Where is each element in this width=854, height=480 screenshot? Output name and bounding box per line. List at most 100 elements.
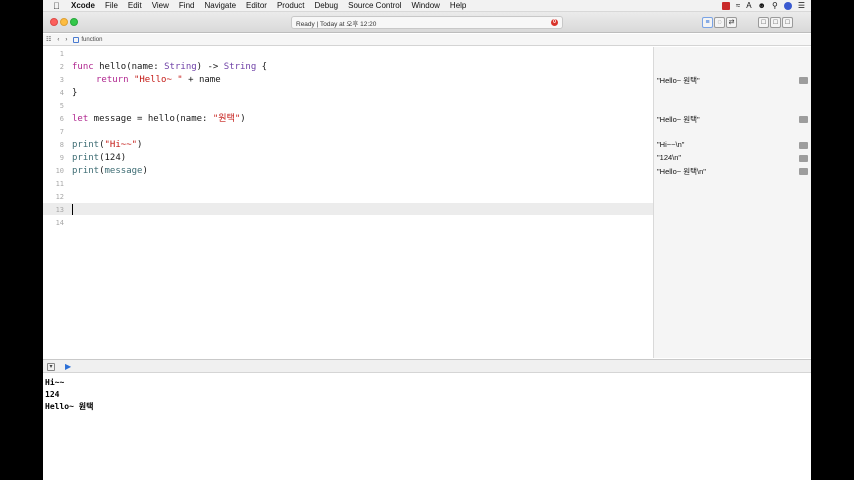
menu-debug[interactable]: Debug bbox=[315, 0, 339, 12]
recording-icon[interactable] bbox=[721, 2, 730, 10]
line-number: 10 bbox=[55, 167, 64, 175]
console-line: Hello~ 원택 bbox=[45, 402, 94, 411]
code-string: "원택" bbox=[212, 114, 241, 124]
debug-area-toggle-icon[interactable]: □ bbox=[770, 17, 781, 28]
code-variable: message bbox=[104, 166, 143, 176]
activity-timestamp: Today at 오후 12:20 bbox=[320, 20, 377, 28]
line-number: 7 bbox=[59, 128, 64, 136]
notification-center-icon[interactable]: ☰ bbox=[798, 0, 805, 12]
error-badge[interactable]: 0 bbox=[551, 19, 558, 26]
window-toolbar: Ready | Today at 오후 12:20 0 ≡ ◌ ⇄ □ □ □ bbox=[43, 12, 811, 33]
code-text: ) bbox=[240, 114, 246, 124]
code-text: (124) bbox=[99, 153, 127, 163]
run-playground-icon[interactable]: ▶ bbox=[65, 362, 71, 371]
line-number: 2 bbox=[59, 63, 64, 71]
code-line-3: return "Hello~ " + name bbox=[96, 75, 221, 85]
line-number: 5 bbox=[59, 102, 64, 110]
code-function: print bbox=[72, 166, 100, 176]
line-number: 9 bbox=[59, 154, 64, 162]
activity-status-label: Ready bbox=[296, 20, 315, 28]
code-text: message = hello(name: bbox=[88, 114, 213, 124]
code-function: print bbox=[72, 140, 100, 150]
forward-icon[interactable]: › bbox=[65, 37, 67, 43]
view-toggle-group: □ □ □ bbox=[757, 17, 793, 28]
code-line-10: print(message) bbox=[72, 166, 148, 176]
code-keyword: return bbox=[96, 75, 129, 85]
menu-editor[interactable]: Editor bbox=[246, 0, 267, 12]
code-line-2: func hello(name: String) -> String { bbox=[72, 62, 267, 72]
code-text: ) bbox=[137, 140, 143, 150]
console-line: Hi~~ bbox=[45, 378, 65, 387]
jump-bar-file[interactable]: function bbox=[81, 37, 102, 43]
source-editor[interactable]: 1 2 3 4 5 6 7 8 9 10 11 12 13 14 func he… bbox=[43, 47, 653, 358]
menu-view[interactable]: View bbox=[152, 0, 169, 12]
activity-viewer: Ready | Today at 오후 12:20 0 bbox=[291, 16, 563, 29]
code-line-6: let message = hello(name: "원택") bbox=[72, 114, 246, 124]
line-number: 11 bbox=[55, 180, 64, 188]
result-value: "124\n" bbox=[657, 153, 682, 162]
menu-file[interactable]: File bbox=[105, 0, 118, 12]
quick-look-icon[interactable] bbox=[799, 116, 808, 123]
user-icon[interactable]: ☻ bbox=[758, 0, 766, 12]
code-type: String bbox=[223, 62, 257, 72]
line-number: 12 bbox=[55, 193, 64, 201]
menu-find[interactable]: Find bbox=[179, 0, 195, 12]
code-text: ) -> bbox=[196, 62, 224, 72]
spotlight-icon[interactable]: ⚲ bbox=[772, 0, 778, 12]
menu-bar:  Xcode File Edit View Find Navigate Edi… bbox=[43, 0, 811, 12]
close-window-button[interactable] bbox=[50, 18, 58, 26]
code-text: { bbox=[256, 62, 268, 72]
code-line-9: print(124) bbox=[72, 153, 126, 163]
code-line-4: } bbox=[72, 88, 78, 98]
standard-editor-icon[interactable]: ≡ bbox=[702, 17, 713, 28]
assistant-editor-icon[interactable]: ◌ bbox=[714, 17, 725, 28]
code-type: String bbox=[164, 62, 197, 72]
line-number: 13 bbox=[55, 206, 64, 214]
menu-extras: ≈ A ☻ ⚲ ☰ bbox=[716, 0, 805, 12]
code-text: hello(name: bbox=[93, 62, 165, 72]
line-number-gutter: 1 2 3 4 5 6 7 8 9 10 11 12 13 14 bbox=[43, 47, 65, 358]
editor-mode-group: ≡ ◌ ⇄ bbox=[701, 17, 737, 28]
back-icon[interactable]: ‹ bbox=[57, 37, 59, 43]
version-editor-icon[interactable]: ⇄ bbox=[726, 17, 737, 28]
quick-look-icon[interactable] bbox=[799, 77, 808, 84]
menu-navigate[interactable]: Navigate bbox=[204, 0, 236, 12]
quick-look-icon[interactable] bbox=[799, 155, 808, 162]
debug-bar: ▾ ▶ bbox=[43, 359, 811, 373]
code-text: + name bbox=[182, 75, 221, 85]
quick-look-icon[interactable] bbox=[799, 142, 808, 149]
quick-look-icon[interactable] bbox=[799, 168, 808, 175]
wifi-icon[interactable]: ≈ bbox=[736, 0, 740, 12]
zoom-window-button[interactable] bbox=[70, 18, 78, 26]
code-keyword: let bbox=[72, 114, 89, 124]
console-line: 124 bbox=[45, 390, 60, 399]
siri-icon[interactable] bbox=[783, 2, 792, 10]
line-number: 1 bbox=[59, 50, 64, 58]
hide-debug-area-icon[interactable]: ▾ bbox=[47, 363, 55, 371]
results-sidebar: "Hello~ 원택" "Hello~ 원택" "Hi~~\n" "124\n"… bbox=[653, 47, 811, 358]
menu-window[interactable]: Window bbox=[411, 0, 439, 12]
result-value: "Hello~ 원택" bbox=[657, 115, 700, 124]
playground-file-icon bbox=[73, 36, 80, 43]
menu-app[interactable]: Xcode bbox=[71, 0, 95, 12]
menu-edit[interactable]: Edit bbox=[128, 0, 142, 12]
menu-source-control[interactable]: Source Control bbox=[348, 0, 401, 12]
code-line-8: print("Hi~~") bbox=[72, 140, 142, 150]
code-function: print bbox=[72, 153, 100, 163]
menu-help[interactable]: Help bbox=[450, 0, 466, 12]
console-output[interactable]: Hi~~ 124 Hello~ 원택 bbox=[43, 374, 811, 480]
code-text: ) bbox=[142, 166, 148, 176]
line-number: 3 bbox=[59, 76, 64, 84]
utilities-toggle-icon[interactable]: □ bbox=[782, 17, 793, 28]
minimize-window-button[interactable] bbox=[60, 18, 68, 26]
code-keyword: func bbox=[72, 62, 94, 72]
text-input-icon[interactable]: A bbox=[746, 0, 751, 12]
screen:  Xcode File Edit View Find Navigate Edi… bbox=[43, 0, 811, 480]
navigator-toggle-icon[interactable]: □ bbox=[758, 17, 769, 28]
jump-bar: ☷ ‹ › function bbox=[43, 34, 811, 46]
menu-product[interactable]: Product bbox=[277, 0, 305, 12]
apple-icon[interactable]:  bbox=[53, 0, 63, 12]
line-number: 6 bbox=[59, 115, 64, 123]
related-items-icon[interactable]: ☷ bbox=[46, 36, 51, 43]
result-value: "Hi~~\n" bbox=[657, 140, 685, 149]
